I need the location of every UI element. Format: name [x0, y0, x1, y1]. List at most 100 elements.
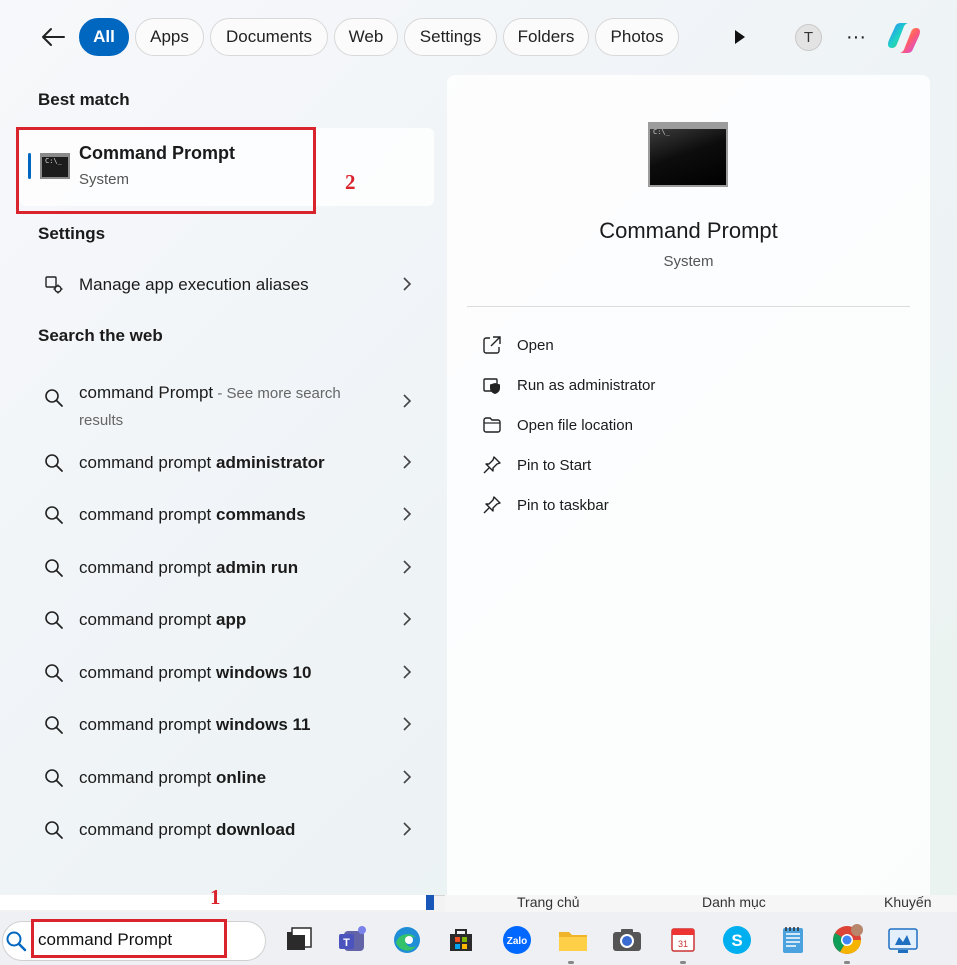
action-label: Open file location: [517, 417, 633, 434]
web-suggestion[interactable]: command prompt online: [30, 756, 430, 800]
web-suggestion-text: command prompt app: [79, 610, 247, 629]
web-link-home[interactable]: Trang chủ: [517, 894, 580, 910]
action-label: Run as administrator: [517, 377, 656, 394]
tab-settings[interactable]: Settings: [404, 18, 497, 56]
detail-subtitle: System: [663, 253, 714, 270]
chevron-right-icon: [403, 507, 412, 521]
pin-icon: [483, 456, 501, 474]
search-web-heading: Search the web: [38, 326, 163, 345]
teams-icon[interactable]: T: [336, 923, 370, 957]
chevron-right-icon: [403, 770, 412, 784]
svg-text:T: T: [343, 937, 350, 949]
search-icon: [45, 559, 63, 577]
web-suggestion[interactable]: command prompt app: [30, 598, 430, 642]
copilot-icon[interactable]: [884, 18, 924, 58]
chevron-right-icon: [403, 612, 412, 626]
action-pin-to-taskbar[interactable]: Pin to taskbar: [478, 491, 778, 521]
web-suggestion-text: command prompt commands: [79, 505, 306, 524]
svg-text:31: 31: [678, 939, 688, 949]
pin-icon: [483, 496, 501, 514]
chevron-right-icon: [403, 277, 412, 291]
background-window-accent: [426, 895, 434, 910]
search-icon: [45, 821, 63, 839]
taskbar-running-indicator: [568, 961, 574, 964]
annotation-box-search: [31, 919, 227, 958]
search-icon: [45, 611, 63, 629]
web-suggestion[interactable]: command prompt admin run: [30, 546, 430, 590]
settings-gear-icon: [45, 276, 63, 294]
search-icon: [45, 716, 63, 734]
web-suggestion-text: command prompt windows 10: [79, 663, 312, 682]
action-open[interactable]: Open: [478, 331, 778, 361]
folder-icon: [483, 417, 501, 433]
search-icon: [45, 664, 63, 682]
open-external-icon: [483, 336, 501, 354]
command-prompt-large-icon: C:\_: [648, 122, 728, 187]
play-more-filters-icon[interactable]: [728, 26, 750, 48]
best-match-heading: Best match: [38, 90, 130, 109]
search-panel: All Apps Documents Web Settings Folders …: [0, 0, 957, 896]
task-view-icon[interactable]: [282, 923, 316, 957]
tab-documents[interactable]: Documents: [210, 18, 328, 56]
action-run-as-admin[interactable]: Run as administrator: [478, 371, 778, 401]
calendar-app-icon[interactable]: 31: [666, 923, 700, 957]
web-link-categories[interactable]: Danh mục: [702, 894, 766, 910]
annotation-number-2: 2: [345, 170, 356, 194]
web-suggestion-text: command prompt online: [79, 768, 267, 787]
file-explorer-icon[interactable]: [556, 923, 590, 957]
search-icon: [45, 389, 63, 407]
settings-item-label: Manage app execution aliases: [79, 275, 309, 294]
web-suggestion[interactable]: command prompt windows 11: [30, 703, 430, 747]
action-label: Pin to Start: [517, 457, 592, 474]
settings-heading: Settings: [38, 224, 106, 243]
more-options-icon[interactable]: ···: [842, 22, 870, 52]
web-suggestion[interactable]: command prompt commands: [30, 493, 430, 537]
action-label: Open: [517, 337, 554, 354]
edge-icon[interactable]: [390, 923, 424, 957]
web-suggestion-text: command prompt administrator: [79, 453, 325, 472]
detail-pane: [447, 75, 930, 895]
shield-icon: [483, 378, 500, 394]
remote-desktop-icon[interactable]: [886, 923, 920, 957]
chevron-right-icon: [403, 455, 412, 469]
taskbar-running-indicator: [844, 961, 850, 964]
action-pin-to-start[interactable]: Pin to Start: [478, 451, 778, 481]
chevron-right-icon: [403, 394, 412, 408]
action-label: Pin to taskbar: [517, 497, 609, 514]
action-open-file-location[interactable]: Open file location: [478, 411, 778, 441]
zalo-icon[interactable]: Zalo: [500, 923, 534, 957]
svg-text:S: S: [731, 931, 742, 950]
notepad-icon[interactable]: [776, 923, 810, 957]
search-icon: [6, 931, 27, 952]
chevron-right-icon: [403, 717, 412, 731]
tab-apps[interactable]: Apps: [135, 18, 204, 56]
annotation-number-1: 1: [210, 885, 221, 909]
web-suggestion-text: command prompt admin run: [79, 558, 299, 577]
tab-all[interactable]: All: [79, 18, 129, 56]
tab-photos[interactable]: Photos: [595, 18, 679, 56]
divider: [467, 306, 910, 307]
taskbar-running-indicator: [680, 961, 686, 964]
web-result-text: command Prompt - See more search results: [79, 383, 341, 429]
skype-icon[interactable]: S: [720, 923, 754, 957]
camera-icon[interactable]: [610, 923, 644, 957]
chevron-right-icon: [403, 665, 412, 679]
web-result-see-more[interactable]: command Prompt - See more search results: [30, 372, 430, 432]
web-suggestion-text: command prompt download: [79, 820, 296, 839]
avatar[interactable]: T: [795, 24, 822, 51]
svg-text:Zalo: Zalo: [507, 936, 528, 947]
microsoft-store-icon[interactable]: [444, 923, 478, 957]
settings-item-manage-aliases[interactable]: Manage app execution aliases: [30, 263, 430, 307]
web-suggestion[interactable]: command prompt administrator: [30, 441, 430, 485]
back-arrow-icon[interactable]: [38, 22, 68, 52]
annotation-box-best-match: [16, 127, 316, 214]
chrome-icon[interactable]: [830, 923, 864, 957]
search-icon: [45, 769, 63, 787]
tab-folders[interactable]: Folders: [503, 18, 589, 56]
chevron-right-icon: [403, 822, 412, 836]
detail-title: Command Prompt: [599, 218, 778, 243]
web-suggestion[interactable]: command prompt windows 10: [30, 651, 430, 695]
web-suggestion[interactable]: command prompt download: [30, 808, 430, 852]
tab-web[interactable]: Web: [334, 18, 398, 56]
search-icon: [45, 454, 63, 472]
